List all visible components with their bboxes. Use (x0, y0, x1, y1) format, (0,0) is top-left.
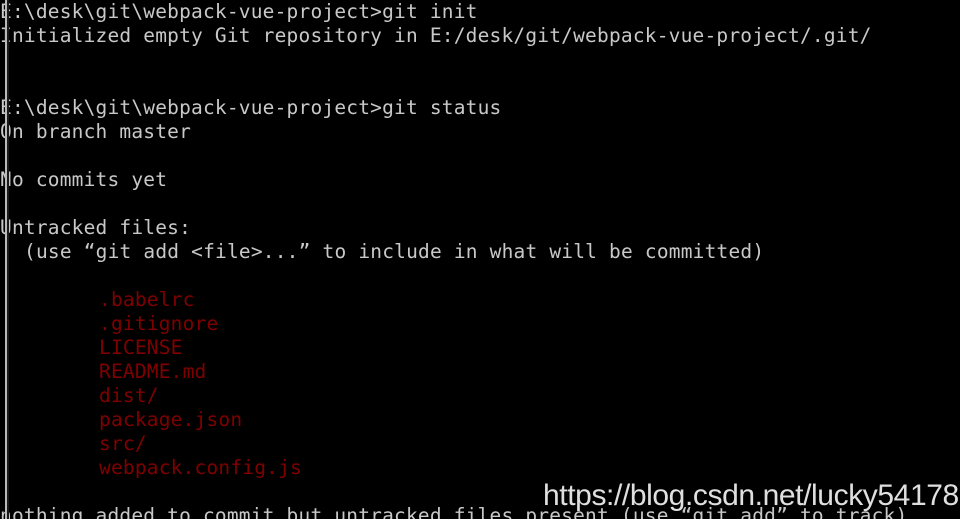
console-line-file-src: src/ (99, 432, 147, 455)
window-left-edge-shadow (7, 0, 9, 519)
console-line-no-commits-yet: No commits yet (0, 168, 168, 191)
console-line-prompt-git-init: E:\desk\git\webpack-vue-project>git init (0, 0, 478, 23)
console-line-blank-4 (0, 192, 960, 216)
console-line-blank-6 (0, 480, 960, 504)
console-line-file-package-json: package.json (99, 408, 243, 431)
console-line-init-result: Initialized empty Git repository in E:/d… (0, 24, 872, 47)
console-line-on-branch: On branch master (0, 120, 192, 143)
console-line-untracked-files-head: Untracked files: (0, 216, 192, 239)
console-line-file-license: LICENSE (99, 336, 183, 359)
console-line-file-webpack-config: webpack.config.js (99, 456, 302, 479)
console-line-file-readme: README.md (99, 360, 207, 383)
console-output[interactable]: E:\desk\git\webpack-vue-project>git init… (0, 0, 960, 519)
console-line-blank-2 (0, 72, 960, 96)
console-line-file-babelrc: .babelrc (99, 288, 195, 311)
terminal-window[interactable]: E:\desk\git\webpack-vue-project>git init… (0, 0, 960, 519)
console-line-blank-3 (0, 144, 960, 168)
console-line-prompt-git-status: E:\desk\git\webpack-vue-project>git stat… (0, 96, 502, 119)
console-line-blank-5 (0, 264, 960, 288)
console-line-file-dist: dist/ (99, 384, 159, 407)
console-line-blank-1 (0, 48, 960, 72)
console-line-untracked-hint: (use “git add <file>...” to include in w… (24, 240, 765, 263)
console-line-file-gitignore: .gitignore (99, 312, 219, 335)
console-line-nothing-added: nothing added to commit but untracked fi… (0, 504, 908, 519)
